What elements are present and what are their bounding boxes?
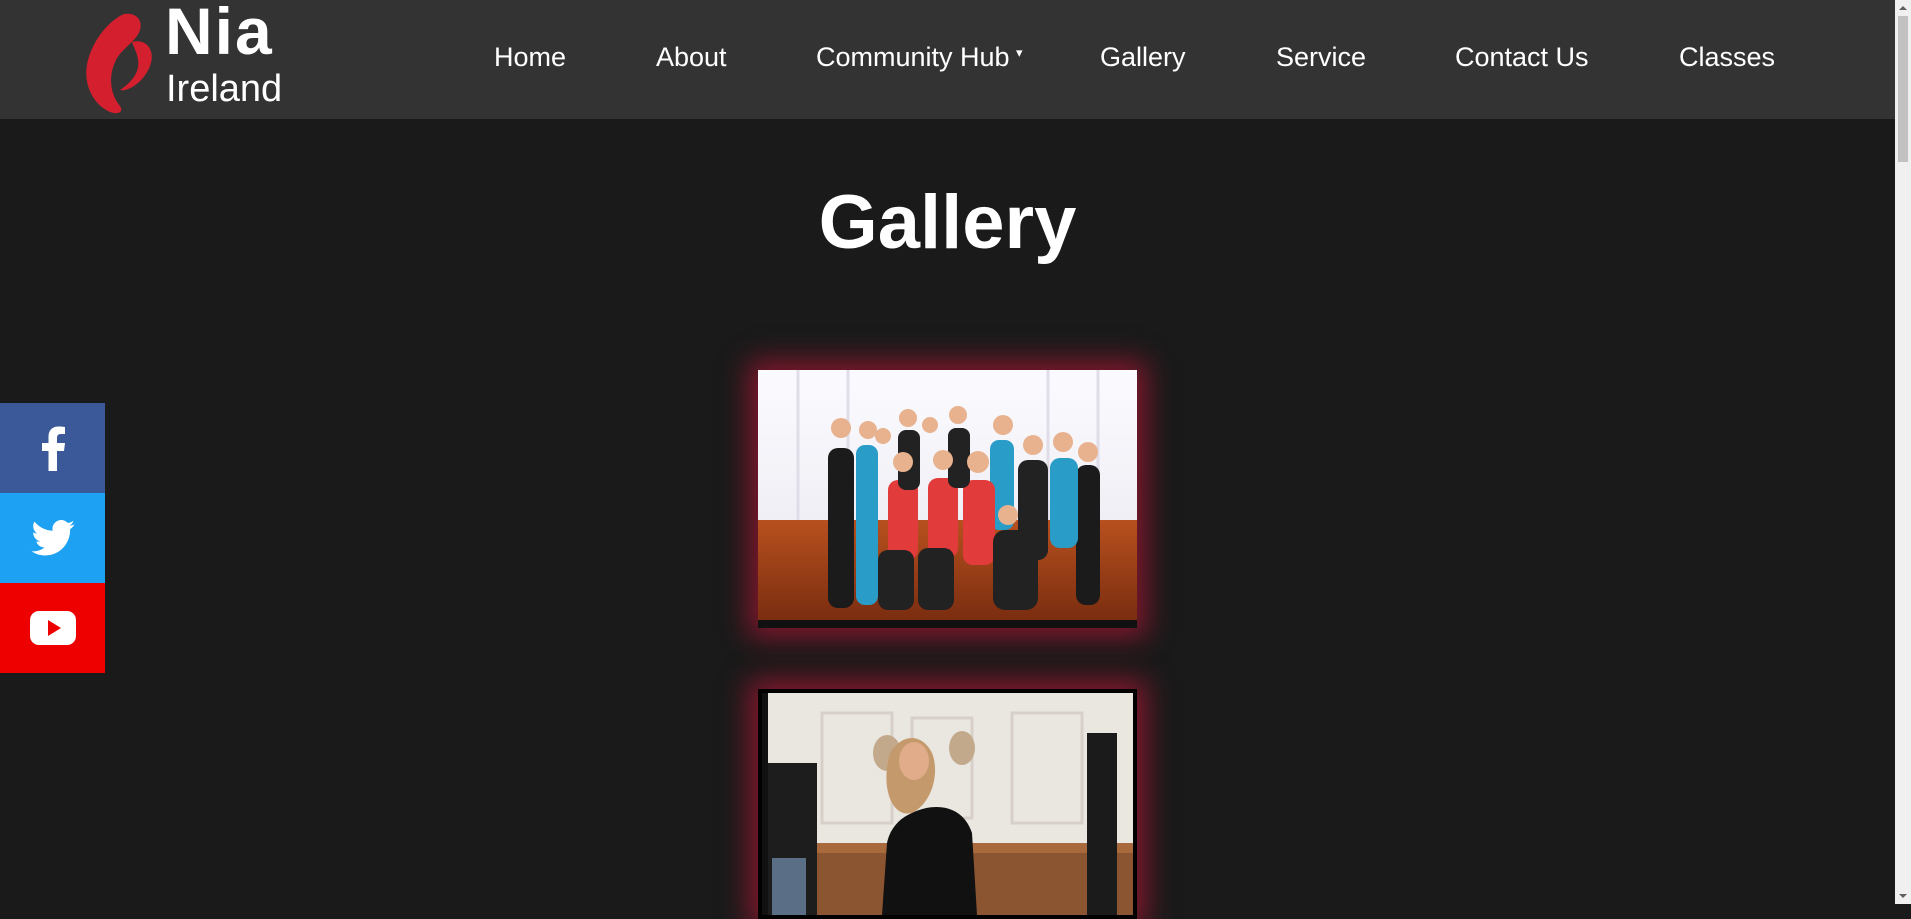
page-title: Gallery xyxy=(818,180,1077,265)
gallery-image-group-photo[interactable] xyxy=(758,370,1137,628)
site-header: Nia Ireland Home About Community Hub ▾ G… xyxy=(0,0,1895,119)
twitter-link[interactable] xyxy=(0,493,105,583)
gallery-image-dancer-photo[interactable] xyxy=(758,689,1137,919)
scroll-down-icon[interactable] xyxy=(1895,888,1911,904)
page-scrollbar[interactable] xyxy=(1895,0,1911,904)
facebook-icon xyxy=(41,426,65,471)
nav-item-classes[interactable]: Classes xyxy=(1679,40,1775,74)
nav-item-home[interactable]: Home xyxy=(494,40,566,74)
nav-item-community-hub-label: Community Hub xyxy=(816,42,1010,72)
dancer-photo-image xyxy=(762,693,1133,915)
youtube-link[interactable] xyxy=(0,583,105,673)
nav-item-gallery[interactable]: Gallery xyxy=(1100,40,1186,74)
group-photo-image xyxy=(758,370,1137,628)
nav-item-community-hub[interactable]: Community Hub ▾ xyxy=(816,40,1023,74)
scrollbar-thumb[interactable] xyxy=(1898,16,1908,162)
twitter-icon xyxy=(30,520,75,556)
nav-item-about[interactable]: About xyxy=(656,40,727,74)
nav-item-service[interactable]: Service xyxy=(1276,40,1366,74)
youtube-icon xyxy=(29,611,76,645)
scroll-up-icon[interactable] xyxy=(1895,0,1911,16)
chevron-down-icon: ▾ xyxy=(1016,45,1023,60)
nav-item-contact-us[interactable]: Contact Us xyxy=(1455,40,1589,74)
main-nav: Home About Community Hub ▾ Gallery Servi… xyxy=(0,0,1895,119)
facebook-link[interactable] xyxy=(0,403,105,493)
